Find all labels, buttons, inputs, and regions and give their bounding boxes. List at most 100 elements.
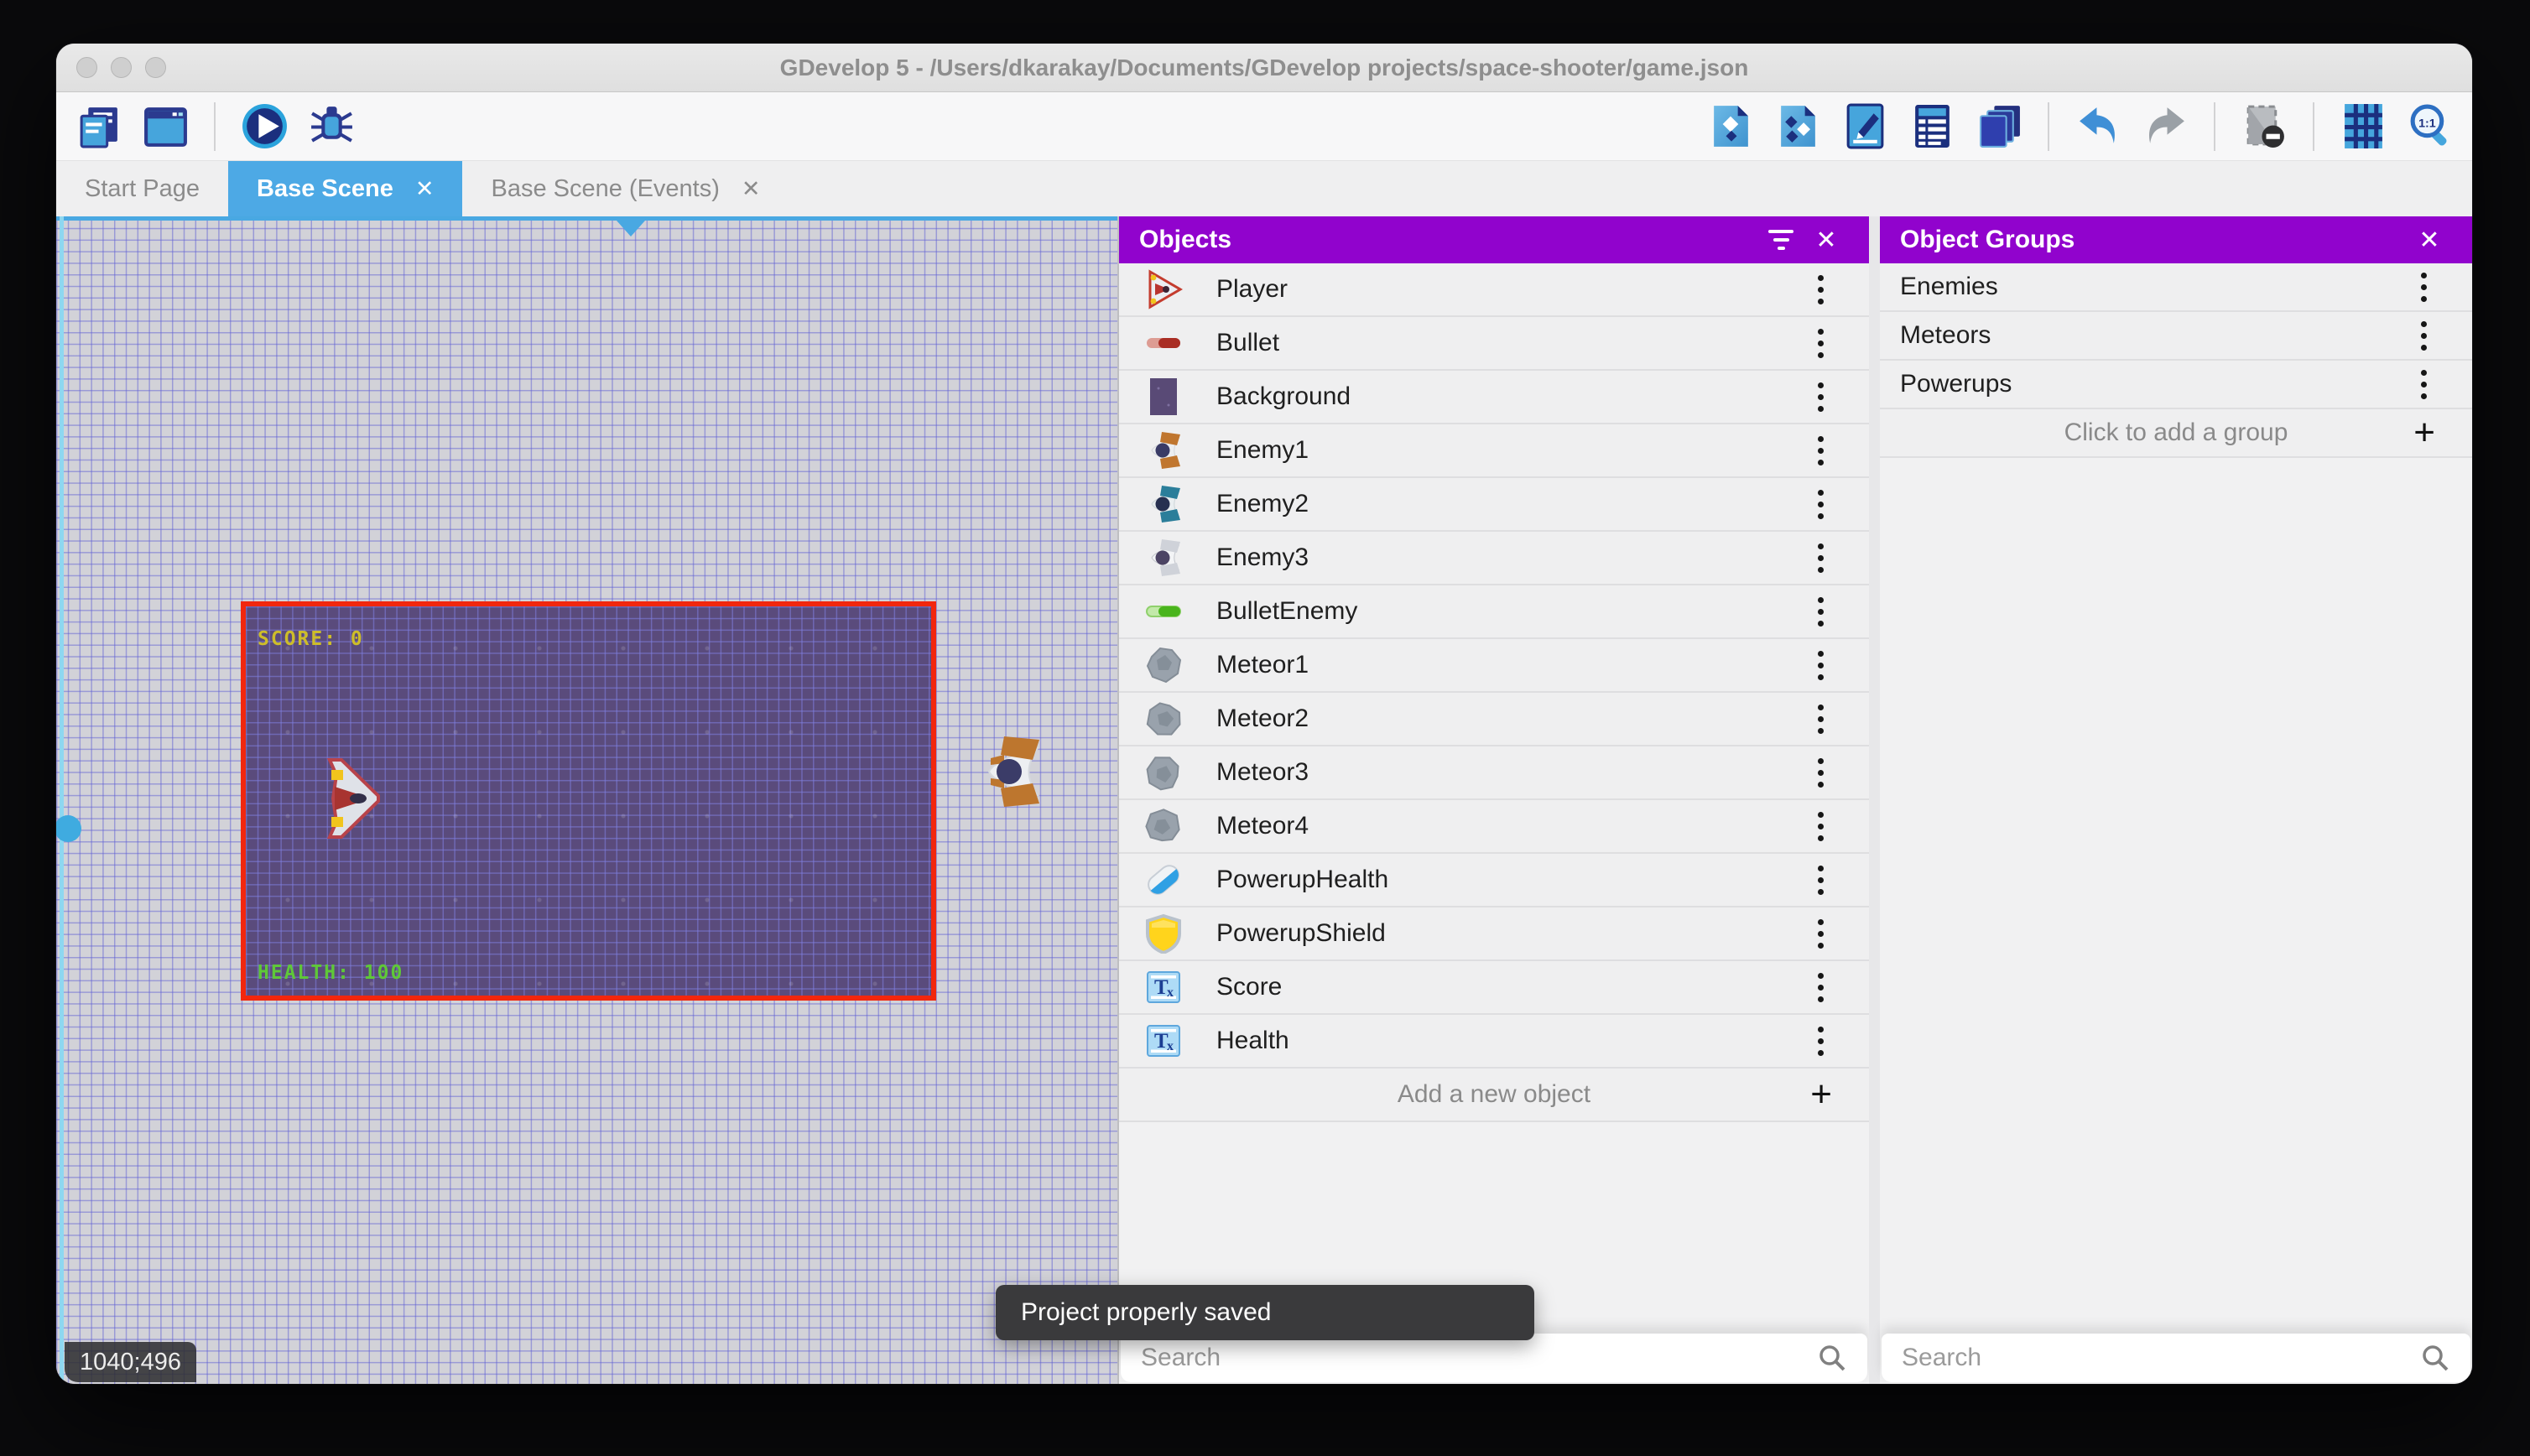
object-list-item[interactable]: Score <box>1119 961 1869 1015</box>
object-groups-panel-header: Object Groups ✕ <box>1880 216 2472 263</box>
group-list-item[interactable]: Meteors <box>1880 312 2472 361</box>
kebab-menu-icon[interactable] <box>1806 485 1835 524</box>
object-list-item[interactable]: Meteor2 <box>1119 693 1869 746</box>
kebab-menu-icon[interactable] <box>1806 592 1835 632</box>
meteor4-icon <box>1143 805 1184 847</box>
object-label: Health <box>1216 1027 1806 1055</box>
group-label: Powerups <box>1900 370 2409 398</box>
kebab-menu-icon[interactable] <box>1806 861 1835 900</box>
project-manager-icon[interactable] <box>73 101 123 152</box>
open-object-groups-icon[interactable] <box>1773 101 1823 152</box>
zoom-1-1-icon[interactable]: 1:1 <box>2405 101 2455 152</box>
object-list-item[interactable]: Enemy2 <box>1119 478 1869 532</box>
kebab-menu-icon[interactable] <box>2409 316 2439 356</box>
open-properties-icon[interactable] <box>1840 101 1890 152</box>
toolbar-separator <box>2048 102 2049 151</box>
object-list-item[interactable]: Enemy3 <box>1119 532 1869 585</box>
powerup-shield-icon <box>1143 913 1184 954</box>
object-list-item[interactable]: BulletEnemy <box>1119 585 1869 639</box>
object-label: PowerupHealth <box>1216 866 1806 894</box>
toggle-instances-mask-icon[interactable] <box>2239 101 2289 152</box>
kebab-menu-icon[interactable] <box>1806 968 1835 1007</box>
object-list-item[interactable]: Bullet <box>1119 317 1869 371</box>
group-list-item[interactable]: Powerups <box>1880 361 2472 409</box>
object-label: Bullet <box>1216 329 1806 357</box>
group-list-item[interactable]: Enemies <box>1880 263 2472 312</box>
kebab-menu-icon[interactable] <box>1806 646 1835 685</box>
object-list-item[interactable]: Meteor3 <box>1119 746 1869 800</box>
object-groups-panel-title: Object Groups <box>1900 226 2407 254</box>
tab-base-scene[interactable]: Base Scene ✕ <box>228 161 462 216</box>
object-list-item[interactable]: PowerupShield <box>1119 907 1869 961</box>
object-list-item[interactable]: Meteor1 <box>1119 639 1869 693</box>
kebab-menu-icon[interactable] <box>1806 699 1835 739</box>
object-list-item[interactable]: Meteor4 <box>1119 800 1869 854</box>
redo-icon[interactable] <box>2140 101 2190 152</box>
kebab-menu-icon[interactable] <box>1806 914 1835 954</box>
panel-divider[interactable] <box>1869 216 1880 1384</box>
kebab-menu-icon[interactable] <box>1806 270 1835 309</box>
tab-start-page[interactable]: Start Page <box>56 161 228 216</box>
object-label: BulletEnemy <box>1216 597 1806 626</box>
add-group-button[interactable]: Click to add a group + <box>1880 409 2472 458</box>
search-icon <box>2420 1343 2450 1373</box>
kebab-menu-icon[interactable] <box>1806 1022 1835 1061</box>
enemy1-icon <box>1143 429 1184 471</box>
object-list-item[interactable]: PowerupHealth <box>1119 854 1869 907</box>
objects-list: Player Bullet Background Enemy1 Enemy2 E… <box>1119 263 1869 1069</box>
powerup-health-icon <box>1143 859 1184 901</box>
kebab-menu-icon[interactable] <box>1806 807 1835 846</box>
object-list-item[interactable]: Health <box>1119 1015 1869 1069</box>
launch-preview-icon[interactable] <box>239 101 289 152</box>
toggle-grid-icon[interactable] <box>2338 101 2388 152</box>
enemy2-icon <box>1143 483 1184 525</box>
camera-resize-handle[interactable] <box>56 815 81 842</box>
object-list-item[interactable]: Background <box>1119 371 1869 424</box>
groups-list: Enemies Meteors Powerups <box>1880 263 2472 409</box>
close-panel-icon[interactable]: ✕ <box>1804 217 1849 263</box>
kebab-menu-icon[interactable] <box>1806 538 1835 578</box>
close-tab-icon[interactable]: ✕ <box>742 176 761 202</box>
score-instance[interactable]: SCORE: 0 <box>258 628 364 650</box>
close-panel-icon[interactable]: ✕ <box>2407 217 2452 263</box>
add-object-button[interactable]: Add a new object + <box>1119 1069 1869 1122</box>
title-bar: GDevelop 5 - /Users/dkarakay/Documents/G… <box>56 44 2472 92</box>
scene-canvas[interactable]: SCORE: 0 HEALTH: 100 1040;496 <box>56 216 1117 1384</box>
close-tab-icon[interactable]: ✕ <box>415 176 435 202</box>
health-instance[interactable]: HEALTH: 100 <box>258 962 403 984</box>
kebab-menu-icon[interactable] <box>1806 431 1835 471</box>
object-list-item[interactable]: Enemy1 <box>1119 424 1869 478</box>
kebab-menu-icon[interactable] <box>1806 377 1835 417</box>
tab-bar: Start Page Base Scene ✕ Base Scene (Even… <box>56 161 2472 216</box>
kebab-menu-icon[interactable] <box>2409 365 2439 404</box>
preview-window-icon[interactable] <box>140 101 190 152</box>
group-label: Meteors <box>1900 321 2409 350</box>
search-icon <box>1817 1343 1847 1373</box>
toolbar: 1:1 <box>56 92 2472 161</box>
objects-panel-header: Objects ✕ <box>1119 216 1869 263</box>
groups-panel-empty-area <box>1880 458 2472 1334</box>
open-layers-editor-icon[interactable] <box>1974 101 2024 152</box>
kebab-menu-icon[interactable] <box>1806 753 1835 793</box>
kebab-menu-icon[interactable] <box>2409 268 2439 307</box>
object-label: Score <box>1216 973 1806 1001</box>
open-objects-editor-icon[interactable] <box>1705 101 1756 152</box>
enemy-instance[interactable] <box>974 735 1048 809</box>
kebab-menu-icon[interactable] <box>1806 324 1835 363</box>
tab-base-scene-events[interactable]: Base Scene (Events) ✕ <box>462 161 789 216</box>
object-list-item[interactable]: Player <box>1119 263 1869 317</box>
window-title: GDevelop 5 - /Users/dkarakay/Documents/G… <box>56 55 2472 81</box>
objects-search-input[interactable]: Search <box>1121 1334 1867 1382</box>
plus-icon: + <box>1810 1076 1832 1113</box>
object-groups-panel: Object Groups ✕ Enemies Meteors Powerups… <box>1880 216 2472 1384</box>
objects-panel-title: Objects <box>1139 226 1758 254</box>
groups-search-input[interactable]: Search <box>1882 1334 2470 1382</box>
open-instances-list-icon[interactable] <box>1907 101 1957 152</box>
camera-drag-handle-icon[interactable] <box>617 221 645 237</box>
debug-icon[interactable] <box>306 101 357 152</box>
object-label: Enemy2 <box>1216 490 1806 518</box>
plus-icon: + <box>2413 414 2435 451</box>
player-instance[interactable] <box>325 757 383 840</box>
undo-icon[interactable] <box>2073 101 2123 152</box>
filter-icon[interactable] <box>1758 217 1804 263</box>
